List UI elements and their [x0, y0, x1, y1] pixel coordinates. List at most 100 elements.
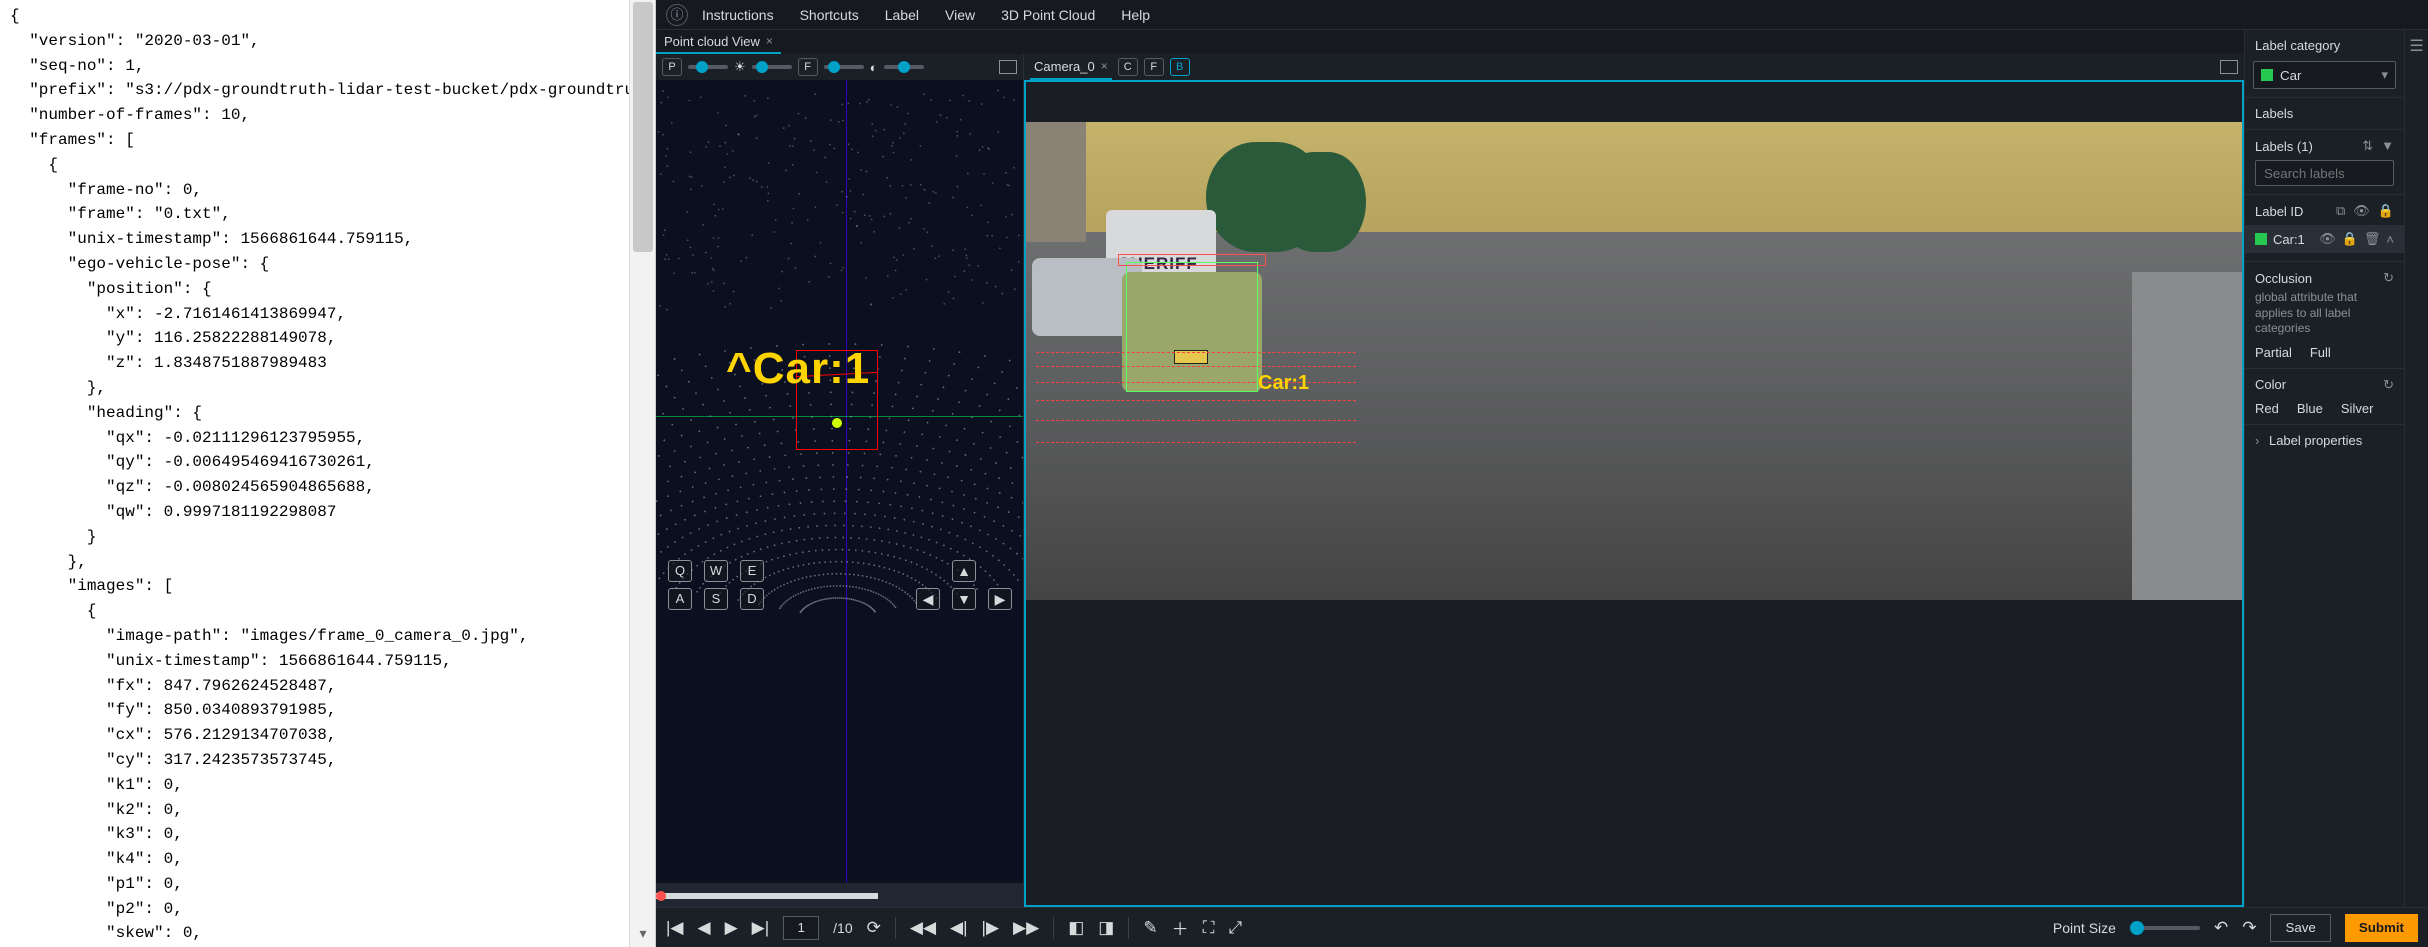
category-swatch [2261, 69, 2273, 81]
left-scrollbar[interactable]: ▾ [629, 0, 655, 947]
contrast-icon: ◐ [870, 60, 878, 75]
sort-icon[interactable]: ⇅ [2362, 138, 2373, 154]
pc-slider-3[interactable] [824, 65, 864, 69]
add-icon[interactable]: ＋ [1172, 915, 1189, 940]
point-size-slider[interactable] [2130, 926, 2200, 930]
label-category-dropdown[interactable]: Car [2253, 61, 2396, 89]
frame-progress[interactable] [656, 883, 1023, 907]
play-icon[interactable]: ▶ [725, 918, 738, 938]
expand-icon[interactable]: ⤢ [1228, 918, 1242, 938]
pc-p-toggle[interactable]: P [662, 58, 682, 76]
step-fwd-icon[interactable]: |▶ [982, 918, 1000, 938]
labels-title: Labels [2255, 106, 2293, 121]
prev-frame-icon[interactable]: ◀ [698, 918, 711, 938]
cam-bbox-label: Car:1 [1258, 372, 1309, 395]
occlusion-section: Occlusion ↻ global attribute that applie… [2245, 261, 2404, 368]
pc-slider-1[interactable] [688, 65, 728, 69]
menu-view[interactable]: View [945, 7, 975, 23]
fit-icon[interactable]: ⛶ [1203, 918, 1215, 938]
menu-shortcuts[interactable]: Shortcuts [800, 7, 859, 23]
camera-panel: Camera_0 × C F B [1024, 54, 2244, 907]
occlusion-desc: global attribute that applies to all lab… [2255, 290, 2394, 337]
keys-qwe: Q W E [668, 560, 764, 582]
submit-button[interactable]: Submit [2345, 914, 2418, 942]
json-source-pane: { "version": "2020-03-01", "seq-no": 1, … [0, 0, 656, 947]
label-category-title: Label category [2255, 38, 2340, 53]
panel-toggle-icon[interactable]: ☰ [2409, 36, 2423, 56]
key-w: W [704, 560, 728, 582]
cam-f-toggle[interactable]: F [1144, 58, 1164, 76]
pc-f-toggle[interactable]: F [798, 58, 818, 76]
camera-viewport[interactable]: SHERIFF [1024, 80, 2244, 907]
close-icon[interactable]: × [766, 34, 773, 48]
menu-3d-point-cloud[interactable]: 3D Point Cloud [1001, 7, 1095, 23]
labels-count: Labels (1) [2255, 139, 2313, 154]
arrow-up-icon: ▲ [952, 560, 976, 582]
label-row-car1[interactable]: Car:1 👁 🔒 🗑 ˄ [2245, 225, 2404, 253]
pc-toolbar: P ☀ F ◐ [656, 54, 1023, 80]
delete-icon[interactable]: 🗑 [2364, 231, 2381, 247]
occlusion-partial[interactable]: Partial [2255, 345, 2292, 360]
lock-icon[interactable]: 🔒 [2378, 203, 2394, 219]
cam-bbox-car[interactable] [1126, 262, 1258, 392]
label-category-head: Label category [2245, 30, 2404, 61]
cam-b-toggle[interactable]: B [1170, 58, 1190, 76]
info-icon[interactable]: ⓘ [666, 4, 688, 26]
chevron-down-icon: ▾ [2381, 67, 2388, 83]
menu-bar: ⓘ Instructions Shortcuts Label View 3D P… [656, 0, 2428, 30]
tab-point-cloud[interactable]: Point cloud View × [656, 30, 781, 54]
pc-maximize-icon[interactable] [999, 60, 1017, 74]
arrow-left-icon: ◀ [916, 588, 940, 610]
labels-list-section: Labels (1) ⇅ ▼ [2245, 129, 2404, 194]
undo-icon[interactable]: ↶ [2214, 918, 2228, 938]
step-back-all-icon[interactable]: ◀◀ [910, 918, 936, 938]
pc-slider-2[interactable] [752, 65, 792, 69]
loop-icon[interactable]: ⟳ [867, 918, 881, 938]
right-rail: ☰ [2404, 30, 2428, 907]
side-panel: Label category Car ▾ Labels Labels (1) [2244, 30, 2404, 907]
color-section: Color ↻ Red Blue Silver [2245, 368, 2404, 424]
color-title: Color [2255, 377, 2286, 392]
first-frame-icon[interactable]: |◀ [666, 918, 684, 938]
pc-annotation-label: ^Car:1 [726, 344, 870, 394]
color-blue[interactable]: Blue [2297, 401, 2323, 416]
save-button[interactable]: Save [2270, 914, 2330, 942]
duplicate-icon[interactable]: ⧉ [2336, 203, 2345, 219]
tab-camera0[interactable]: Camera_0 × [1030, 54, 1112, 80]
step-back-icon[interactable]: ◀| [950, 918, 968, 938]
pc-slider-4[interactable] [884, 65, 924, 69]
lock-icon[interactable]: 🔒 [2342, 231, 2358, 247]
next-frame-icon[interactable]: ▶| [752, 918, 770, 938]
hide-icon[interactable]: 👁 [2319, 231, 2336, 247]
label-category-select[interactable]: Car ▾ [2253, 61, 2396, 89]
color-red[interactable]: Red [2255, 401, 2279, 416]
redo-icon[interactable]: ↷ [2242, 918, 2256, 938]
frame-input[interactable] [783, 916, 819, 940]
step-fwd-all-icon[interactable]: ▶▶ [1013, 918, 1039, 938]
search-labels-input[interactable] [2255, 160, 2394, 186]
cam-maximize-icon[interactable] [2220, 60, 2238, 74]
chevron-up-icon[interactable]: ˄ [2386, 232, 2394, 247]
color-silver[interactable]: Silver [2341, 401, 2374, 416]
scrollbar-thumb[interactable] [633, 2, 653, 252]
label-properties-row[interactable]: › Label properties [2245, 424, 2404, 456]
key-a: A [668, 588, 692, 610]
visibility-icon[interactable]: 👁 [2353, 203, 2370, 219]
menu-label[interactable]: Label [885, 7, 919, 23]
scroll-down-icon[interactable]: ▾ [630, 925, 656, 947]
menu-help[interactable]: Help [1121, 7, 1150, 23]
close-icon[interactable]: × [1101, 59, 1108, 73]
cam-c-toggle[interactable]: C [1118, 58, 1138, 76]
cube-icon[interactable]: ◧ [1068, 918, 1084, 938]
cube-add-icon[interactable]: ◨ [1098, 918, 1114, 938]
labeling-app: ⓘ Instructions Shortcuts Label View 3D P… [656, 0, 2428, 947]
edit-icon[interactable]: ✎ [1143, 918, 1157, 938]
occlusion-full[interactable]: Full [2310, 345, 2331, 360]
camera-tabs: Camera_0 × C F B [1024, 54, 2244, 80]
reset-icon[interactable]: ↻ [2383, 377, 2394, 393]
filter-icon[interactable]: ▼ [2381, 138, 2394, 154]
menu-instructions[interactable]: Instructions [702, 7, 774, 23]
key-d: D [740, 588, 764, 610]
point-cloud-viewport[interactable]: ^Car:1 Q W E A S D [656, 80, 1023, 883]
reset-icon[interactable]: ↻ [2383, 270, 2394, 286]
